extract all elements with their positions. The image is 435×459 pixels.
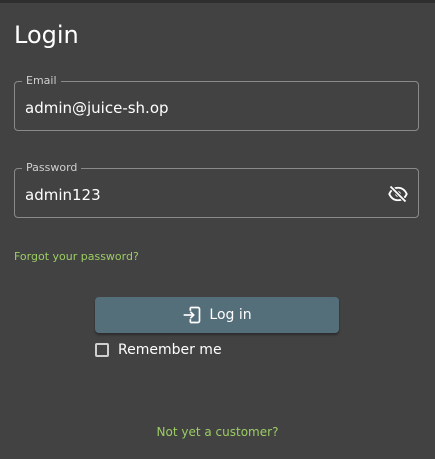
password-input[interactable] (25, 186, 365, 204)
email-input[interactable] (25, 99, 365, 117)
password-field[interactable]: Password (14, 161, 419, 218)
remember-me-label: Remember me (118, 342, 222, 358)
email-label: Email (22, 74, 61, 88)
email-field[interactable]: Email (14, 74, 419, 131)
top-edge (0, 0, 435, 3)
visibility-off-icon[interactable] (388, 184, 408, 204)
register-link[interactable]: Not yet a customer? (0, 424, 435, 440)
login-button-label: Log in (209, 307, 252, 323)
checkbox-box[interactable] (95, 343, 109, 357)
page-title: Login (14, 21, 79, 49)
login-icon (182, 305, 202, 325)
login-button[interactable]: Log in (95, 297, 339, 333)
forgot-password-link[interactable]: Forgot your password? (14, 250, 139, 264)
remember-me-checkbox[interactable]: Remember me (95, 341, 222, 359)
password-label: Password (22, 161, 82, 175)
